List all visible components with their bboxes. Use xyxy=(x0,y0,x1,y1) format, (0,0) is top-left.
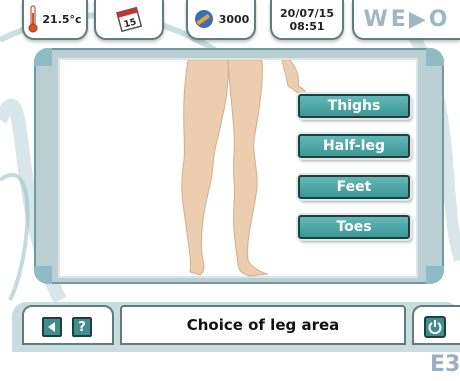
handpiece-icon xyxy=(194,10,213,28)
counter-tile: 3000 xyxy=(186,0,256,40)
calendar-tile[interactable]: 15 xyxy=(94,0,164,40)
page-code-label: E3 xyxy=(430,352,460,377)
calendar-icon: 15 xyxy=(116,6,143,33)
help-icon: ? xyxy=(78,319,86,335)
date-value: 20/07/15 xyxy=(280,7,334,20)
temperature-tile: 21.5°c xyxy=(22,0,88,40)
counter-value: 3000 xyxy=(218,12,250,26)
nav-group: ? xyxy=(22,305,114,345)
device-screen: 21.5°c 15 3000 20/07/15 08:51 WE▶O Thigh… xyxy=(0,0,460,352)
datetime-tile: 20/07/15 08:51 xyxy=(270,0,344,40)
power-button[interactable] xyxy=(424,316,446,338)
power-icon xyxy=(428,320,442,335)
logo-tile: WE▶O xyxy=(352,0,460,40)
thermometer-icon xyxy=(28,5,38,33)
toes-button[interactable]: Toes xyxy=(298,215,410,239)
feet-button[interactable]: Feet xyxy=(298,175,410,199)
help-button[interactable]: ? xyxy=(72,317,92,337)
half-leg-button[interactable]: Half-leg xyxy=(298,134,410,158)
legs-illustration xyxy=(181,60,307,277)
time-value: 08:51 xyxy=(289,20,325,33)
back-button[interactable] xyxy=(42,317,62,337)
thighs-button[interactable]: Thighs xyxy=(298,94,410,118)
screen-title-box: Choice of leg area xyxy=(120,305,406,345)
back-arrow-icon xyxy=(48,322,55,332)
temperature-value: 21.5°c xyxy=(42,12,82,26)
power-area xyxy=(412,305,460,345)
content-panel xyxy=(58,58,418,278)
brand-logo: WE▶O xyxy=(363,6,451,32)
screen-title: Choice of leg area xyxy=(186,316,340,334)
